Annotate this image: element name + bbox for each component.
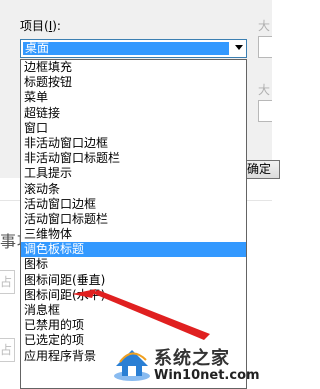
house-logo-icon xyxy=(114,350,150,381)
watermark: 系统之家 Win10net.com xyxy=(112,340,272,389)
watermark-title: 系统之家 xyxy=(154,348,230,369)
annotation-arrow-icon xyxy=(72,289,210,340)
watermark-url: Win10net.com xyxy=(154,368,260,383)
